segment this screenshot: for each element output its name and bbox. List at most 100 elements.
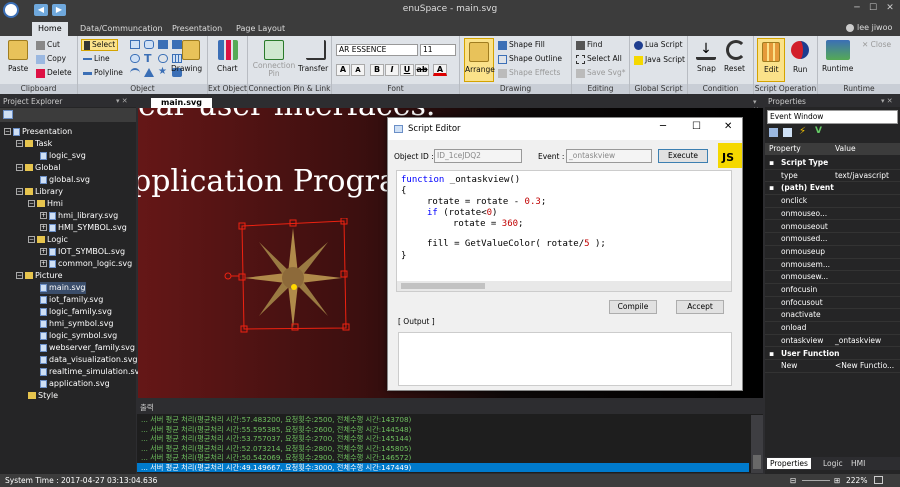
collapse-icon[interactable]: − (28, 236, 35, 243)
tree-item[interactable]: logic_family.svg (40, 306, 112, 318)
font-family-select[interactable]: AR ESSENCE (336, 44, 418, 56)
rectangle-tool-icon[interactable] (130, 40, 140, 49)
shape-effects-button[interactable]: Shape Effects (498, 68, 560, 78)
property-row[interactable]: onmoused... (765, 233, 900, 246)
zoom-out-icon[interactable]: ⊟ (790, 474, 796, 487)
collapse-icon[interactable]: − (16, 188, 23, 195)
shape-fill-button[interactable]: Shape Fill (498, 40, 545, 50)
transfer-button[interactable]: Transfer (298, 64, 328, 73)
drawing-button[interactable]: Drawing (171, 64, 202, 73)
tab-presentation[interactable]: Presentation (166, 22, 228, 36)
collapse-icon[interactable]: − (16, 140, 23, 147)
tab-data-communication[interactable]: Data/Communcation (74, 22, 169, 36)
property-row[interactable]: onfocusout (765, 297, 900, 310)
line-button[interactable]: Line (83, 54, 110, 63)
dialog-maximize-icon[interactable]: ☐ (692, 121, 701, 132)
object-id-field[interactable]: ID_1ceJDQ2 (434, 149, 522, 163)
expand-icon[interactable]: + (40, 248, 47, 255)
reset-icon[interactable] (726, 40, 746, 60)
tab-page-layout[interactable]: Page Layout (230, 22, 291, 36)
tree-item[interactable]: global.svg (40, 174, 90, 186)
tab-home[interactable]: Home (32, 22, 68, 36)
maximize-icon[interactable]: ☐ (866, 3, 880, 16)
tree-item[interactable]: hmi_symbol.svg (40, 318, 114, 330)
expand-icon[interactable]: + (40, 212, 47, 219)
lua-script-button[interactable]: Lua Script (634, 40, 683, 50)
property-row[interactable]: onactivate (765, 309, 900, 323)
validate-icon[interactable]: V (815, 126, 822, 136)
run-button[interactable]: Run (793, 65, 807, 74)
event-field[interactable]: _ontaskview (566, 149, 652, 163)
property-row[interactable]: ontaskview _ontaskview (765, 335, 900, 348)
tree-item[interactable]: Style (28, 390, 58, 402)
strikethrough-button[interactable]: ab (415, 64, 429, 76)
collapse-icon[interactable]: ▪ (769, 348, 774, 361)
collapse-icon[interactable]: ▪ (769, 182, 774, 195)
events-lightning-icon[interactable]: ⚡ (799, 126, 806, 137)
polyline-button[interactable]: Polyline (83, 68, 123, 77)
ellipse-tool-icon[interactable] (130, 54, 140, 63)
tree-item[interactable]: data_visualization.svg (40, 354, 138, 366)
paste-button[interactable]: Paste (8, 64, 28, 73)
shape-outline-button[interactable]: Shape Outline (498, 54, 562, 64)
folder-view-icon[interactable] (3, 110, 13, 119)
zoom-in-icon[interactable]: ⊞ (834, 474, 840, 487)
drawing-icon[interactable] (182, 40, 200, 60)
expand-icon[interactable]: + (40, 224, 47, 231)
panel-pin-icon[interactable]: ▾ ✕ (881, 97, 893, 105)
minimize-icon[interactable]: ─ (850, 3, 864, 16)
connection-pin-icon[interactable] (264, 40, 284, 60)
select-all-button[interactable]: Select All (576, 54, 622, 64)
font-color-button[interactable]: A (433, 64, 447, 76)
runtime-icon[interactable] (826, 40, 850, 60)
close-runtime-button[interactable]: ✕ Close (862, 40, 891, 49)
zoom-slider[interactable] (802, 480, 830, 481)
event-window-select[interactable]: Event Window (767, 110, 898, 124)
property-row[interactable]: onmousem... (765, 259, 900, 272)
scrollbar-thumb[interactable] (401, 283, 485, 289)
property-row[interactable]: onmousew... (765, 271, 900, 284)
property-row[interactable]: onmouseo... (765, 208, 900, 221)
tree-item[interactable]: + IOT_SYMBOL.svg (40, 246, 125, 258)
tree-item[interactable]: − Global (16, 162, 61, 174)
grid-tool-icon[interactable] (172, 54, 182, 63)
tree-item[interactable]: − Picture (16, 270, 63, 282)
property-value[interactable]: text/javascript (835, 170, 889, 183)
dialog-close-icon[interactable]: ✕ (724, 121, 732, 132)
property-value[interactable]: _ontaskview (835, 335, 881, 348)
bold-button[interactable]: B (370, 64, 384, 76)
collapse-icon[interactable]: − (4, 128, 11, 135)
italic-button[interactable]: I (385, 64, 399, 76)
tree-item[interactable]: + HMI_SYMBOL.svg (40, 222, 127, 234)
horizontal-scrollbar[interactable] (397, 281, 731, 291)
collapse-icon[interactable]: − (16, 164, 23, 171)
tree-item[interactable]: application.svg (40, 378, 110, 390)
find-button[interactable]: Find (576, 40, 602, 50)
tree-item[interactable]: webserver_family.svg (40, 342, 135, 354)
execute-button[interactable]: Execute (658, 149, 708, 163)
dialog-minimize-icon[interactable]: ─ (660, 121, 666, 132)
output-box[interactable] (398, 332, 732, 386)
code-editor[interactable]: function _ontaskview() { rotate = rotate… (396, 170, 732, 292)
property-row[interactable]: onfocusin (765, 284, 900, 297)
tab-logic[interactable]: Logic (823, 458, 843, 469)
tree-item[interactable]: realtime_simulation.svg (40, 366, 144, 378)
tab-hmi[interactable]: HMI (851, 458, 865, 469)
property-row[interactable]: New <New Functio... (765, 360, 900, 373)
circle-tool-icon[interactable] (158, 54, 168, 63)
canvas-text-2[interactable]: pplication Program (138, 164, 425, 199)
save-svg-button[interactable]: Save Svg* (576, 68, 626, 78)
tree-item[interactable]: + hmi_library.svg (40, 210, 118, 222)
collapse-icon[interactable]: ▪ (769, 157, 774, 170)
property-value[interactable]: <New Functio... (835, 360, 894, 373)
underline-button[interactable]: U (400, 64, 414, 76)
collapse-icon[interactable]: − (16, 272, 23, 279)
tree-item[interactable]: − Library (16, 186, 63, 198)
tree-item[interactable]: + common_logic.svg (40, 258, 132, 270)
select-button[interactable]: Select (81, 39, 119, 51)
tree-item[interactable]: − Presentation (4, 126, 72, 138)
scrollbar-thumb[interactable] (753, 455, 761, 469)
panel-pin-icon[interactable]: ▾ ✕ (116, 97, 128, 105)
expand-icon[interactable]: + (40, 260, 47, 267)
font-shrink-button[interactable]: A (351, 64, 365, 76)
